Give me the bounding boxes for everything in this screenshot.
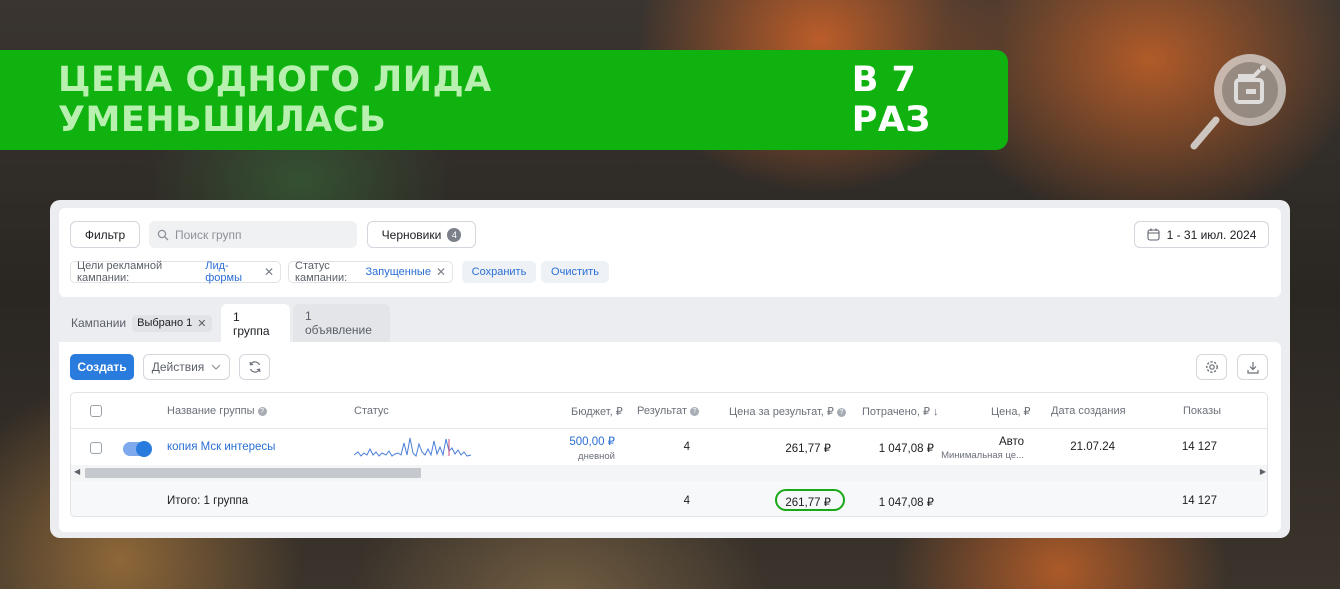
tab-campaigns[interactable]: Кампании Выбрано 1 ✕: [59, 304, 224, 342]
budget-value[interactable]: 500,00 ₽: [569, 434, 615, 448]
col-header-cost-label: Цена за результат, ₽: [729, 406, 834, 418]
headline-text: ЦЕНА ОДНОГО ЛИДА УМЕНЬШИЛАСЬ: [58, 60, 492, 140]
create-button-label: Создать: [77, 360, 127, 374]
col-header-cost-per-result[interactable]: Цена за результат, ₽?: [729, 405, 846, 418]
header-divider: [71, 428, 1267, 429]
drafts-button[interactable]: Черновики 4: [367, 221, 476, 248]
create-button[interactable]: Создать: [70, 354, 134, 380]
col-header-impressions[interactable]: Показы: [1183, 405, 1221, 417]
chip-status-key: Статус кампании:: [295, 260, 348, 284]
clear-filter-label: Очистить: [551, 266, 599, 278]
scroll-right-icon[interactable]: ▶: [1260, 467, 1266, 476]
drafts-label: Черновики: [381, 227, 442, 242]
close-icon[interactable]: ✕: [264, 265, 274, 279]
sort-down-icon[interactable]: ↓: [933, 406, 939, 418]
price-sub: Минимальная це...: [941, 450, 1024, 461]
drafts-count-badge: 4: [447, 227, 462, 242]
groups-table: Название группы? Статус Бюджет, ₽ Резуль…: [70, 392, 1268, 517]
tab-campaigns-label: Кампании: [71, 316, 127, 330]
calendar-icon: [1147, 228, 1160, 241]
refresh-icon: [248, 361, 261, 373]
filter-button[interactable]: Фильтр: [70, 221, 140, 248]
chip-goal-value: Лид-формы: [205, 260, 242, 284]
totals-result: 4: [683, 495, 690, 507]
filter-button-label: Фильтр: [84, 227, 126, 242]
result-value: 4: [683, 441, 690, 453]
col-header-result-label: Результат: [637, 405, 688, 417]
filter-chip-status[interactable]: Статус кампании: Запущенные ✕: [288, 260, 453, 284]
download-button[interactable]: [1237, 354, 1268, 380]
search-input[interactable]: Поиск групп: [149, 221, 357, 248]
date-range-label: 1 - 31 июл. 2024: [1166, 227, 1257, 242]
tab-groups[interactable]: 1 группа: [221, 304, 290, 344]
date-range-picker[interactable]: 1 - 31 июл. 2024: [1134, 221, 1269, 248]
totals-spent: 1 047,08 ₽: [878, 497, 934, 509]
cost-per-result-value: 261,77 ₽: [785, 443, 831, 455]
col-header-price[interactable]: Цена, ₽: [991, 405, 1031, 418]
chevron-down-icon: [211, 364, 221, 370]
chip-goal-key: Цели рекламной кампании:: [77, 260, 163, 284]
col-header-name-label: Название группы: [167, 405, 255, 417]
headline-banner: ЦЕНА ОДНОГО ЛИДА УМЕНЬШИЛАСЬ В 7 РАЗ: [0, 50, 1008, 150]
selected-badge-label: Выбрано 1: [137, 317, 193, 329]
impressions-value: 14 127: [1181, 441, 1217, 453]
settings-button[interactable]: [1196, 354, 1227, 380]
totals-row: [71, 481, 1267, 516]
ads-dashboard-panel: Фильтр Поиск групп Черновики 4 1 - 31 ию…: [50, 200, 1290, 538]
filter-chip-goal[interactable]: Цели рекламной кампании: Лид-формы ✕: [70, 260, 281, 284]
col-header-spent-label: Потрачено, ₽: [862, 406, 930, 418]
selected-badge[interactable]: Выбрано 1 ✕: [132, 314, 212, 332]
budget-period: дневной: [578, 451, 615, 462]
close-icon[interactable]: ✕: [197, 317, 206, 330]
filter-card: Фильтр Поиск групп Черновики 4 1 - 31 ию…: [59, 208, 1281, 297]
horizontal-scrollbar[interactable]: ◀ ▶: [71, 465, 1267, 481]
actions-label: Действия: [151, 360, 205, 374]
actions-dropdown[interactable]: Действия: [143, 354, 230, 380]
group-name-link[interactable]: копия Мск интересы: [167, 441, 275, 453]
headline-highlight: В 7 РАЗ: [851, 60, 931, 140]
search-placeholder: Поиск групп: [175, 227, 242, 242]
col-header-spent[interactable]: Потрачено, ₽ ↓: [862, 405, 938, 418]
totals-impressions: 14 127: [1181, 495, 1217, 507]
refresh-button[interactable]: [239, 354, 270, 380]
magnifier-logo-icon: [1190, 54, 1286, 150]
col-header-budget[interactable]: Бюджет, ₽: [571, 405, 623, 418]
select-all-checkbox[interactable]: [90, 405, 102, 417]
created-date: 21.07.24: [1070, 441, 1115, 453]
help-icon[interactable]: ?: [257, 406, 267, 416]
col-header-created[interactable]: Дата создания: [1051, 405, 1126, 417]
help-icon[interactable]: ?: [836, 407, 846, 417]
col-header-result[interactable]: Результат?: [637, 405, 700, 417]
tab-ads-label: 1 объявление: [305, 309, 372, 337]
tab-ads[interactable]: 1 объявление: [293, 304, 390, 342]
scrollbar-thumb[interactable]: [85, 468, 421, 478]
chip-status-value: Запущенные: [365, 266, 431, 278]
totals-cost-per-result: 261,77 ₽: [785, 497, 831, 509]
clear-filter-button[interactable]: Очистить: [541, 261, 609, 283]
col-header-status[interactable]: Статус: [354, 405, 389, 417]
close-icon[interactable]: ✕: [436, 265, 446, 279]
save-filter-label: Сохранить: [471, 266, 527, 278]
price-mode: Авто: [998, 436, 1024, 448]
col-header-name[interactable]: Название группы?: [167, 405, 267, 417]
status-toggle[interactable]: [123, 441, 152, 457]
search-icon: [157, 229, 169, 240]
groups-card: Создать Действия Название группы ? Стату…: [59, 342, 1281, 532]
gear-icon: [1205, 361, 1218, 373]
download-icon: [1246, 361, 1259, 374]
totals-label: Итого: 1 группа: [167, 495, 249, 507]
save-filter-button[interactable]: Сохранить: [462, 261, 536, 283]
row-checkbox[interactable]: [90, 442, 102, 454]
help-icon[interactable]: ?: [690, 406, 700, 416]
spent-value: 1 047,08 ₽: [878, 443, 934, 455]
scroll-left-icon[interactable]: ◀: [74, 467, 80, 476]
tab-groups-label: 1 группа: [233, 310, 270, 338]
status-sparkline: [354, 437, 472, 457]
